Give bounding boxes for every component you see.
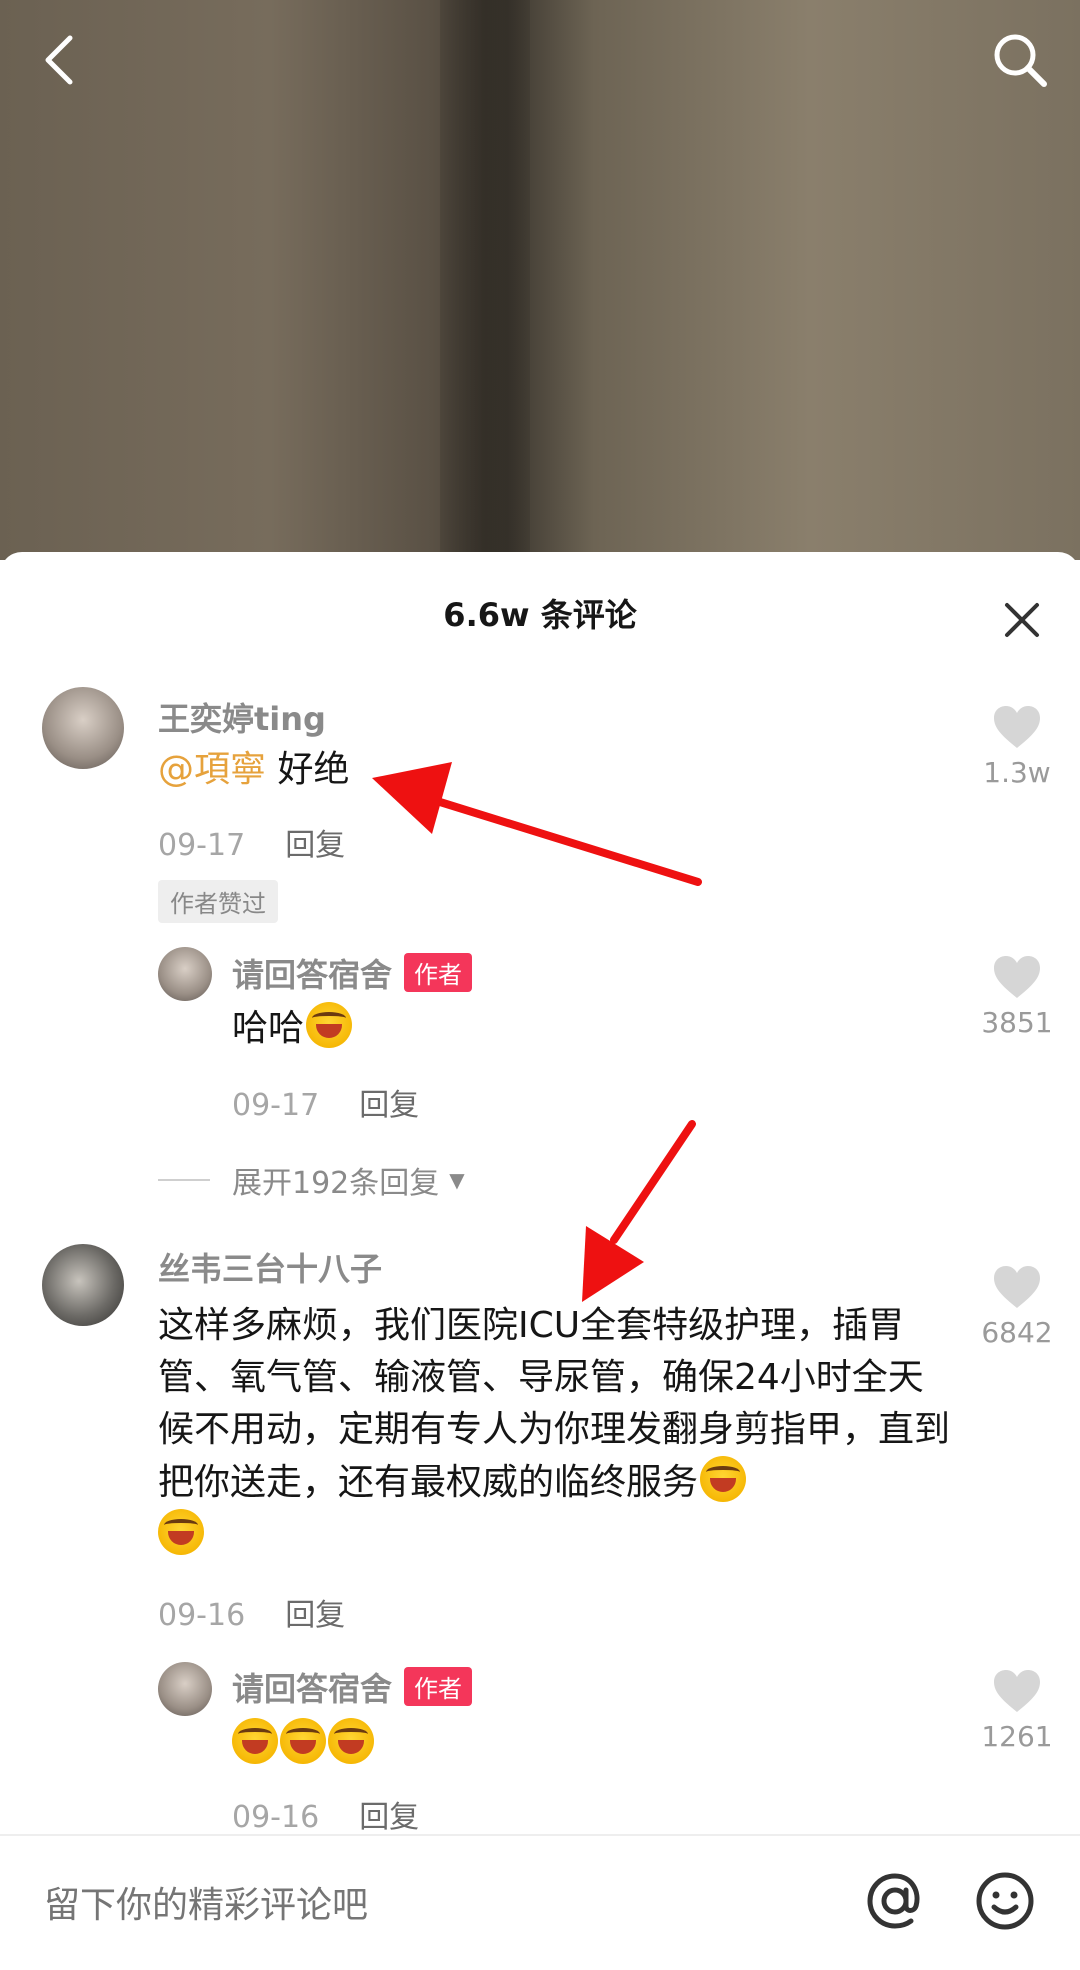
at-icon bbox=[867, 1873, 920, 1929]
arrow-to-first-comment bbox=[372, 762, 702, 886]
smile-icon bbox=[976, 1872, 1034, 1930]
emoji-button[interactable] bbox=[970, 1866, 1040, 1936]
comment-input-bar bbox=[0, 1834, 1080, 1970]
annotation-arrows bbox=[372, 762, 702, 1302]
mention-button[interactable] bbox=[860, 1866, 930, 1936]
arrow-to-second-comment bbox=[582, 1120, 696, 1302]
comment-input[interactable] bbox=[42, 1880, 826, 1930]
